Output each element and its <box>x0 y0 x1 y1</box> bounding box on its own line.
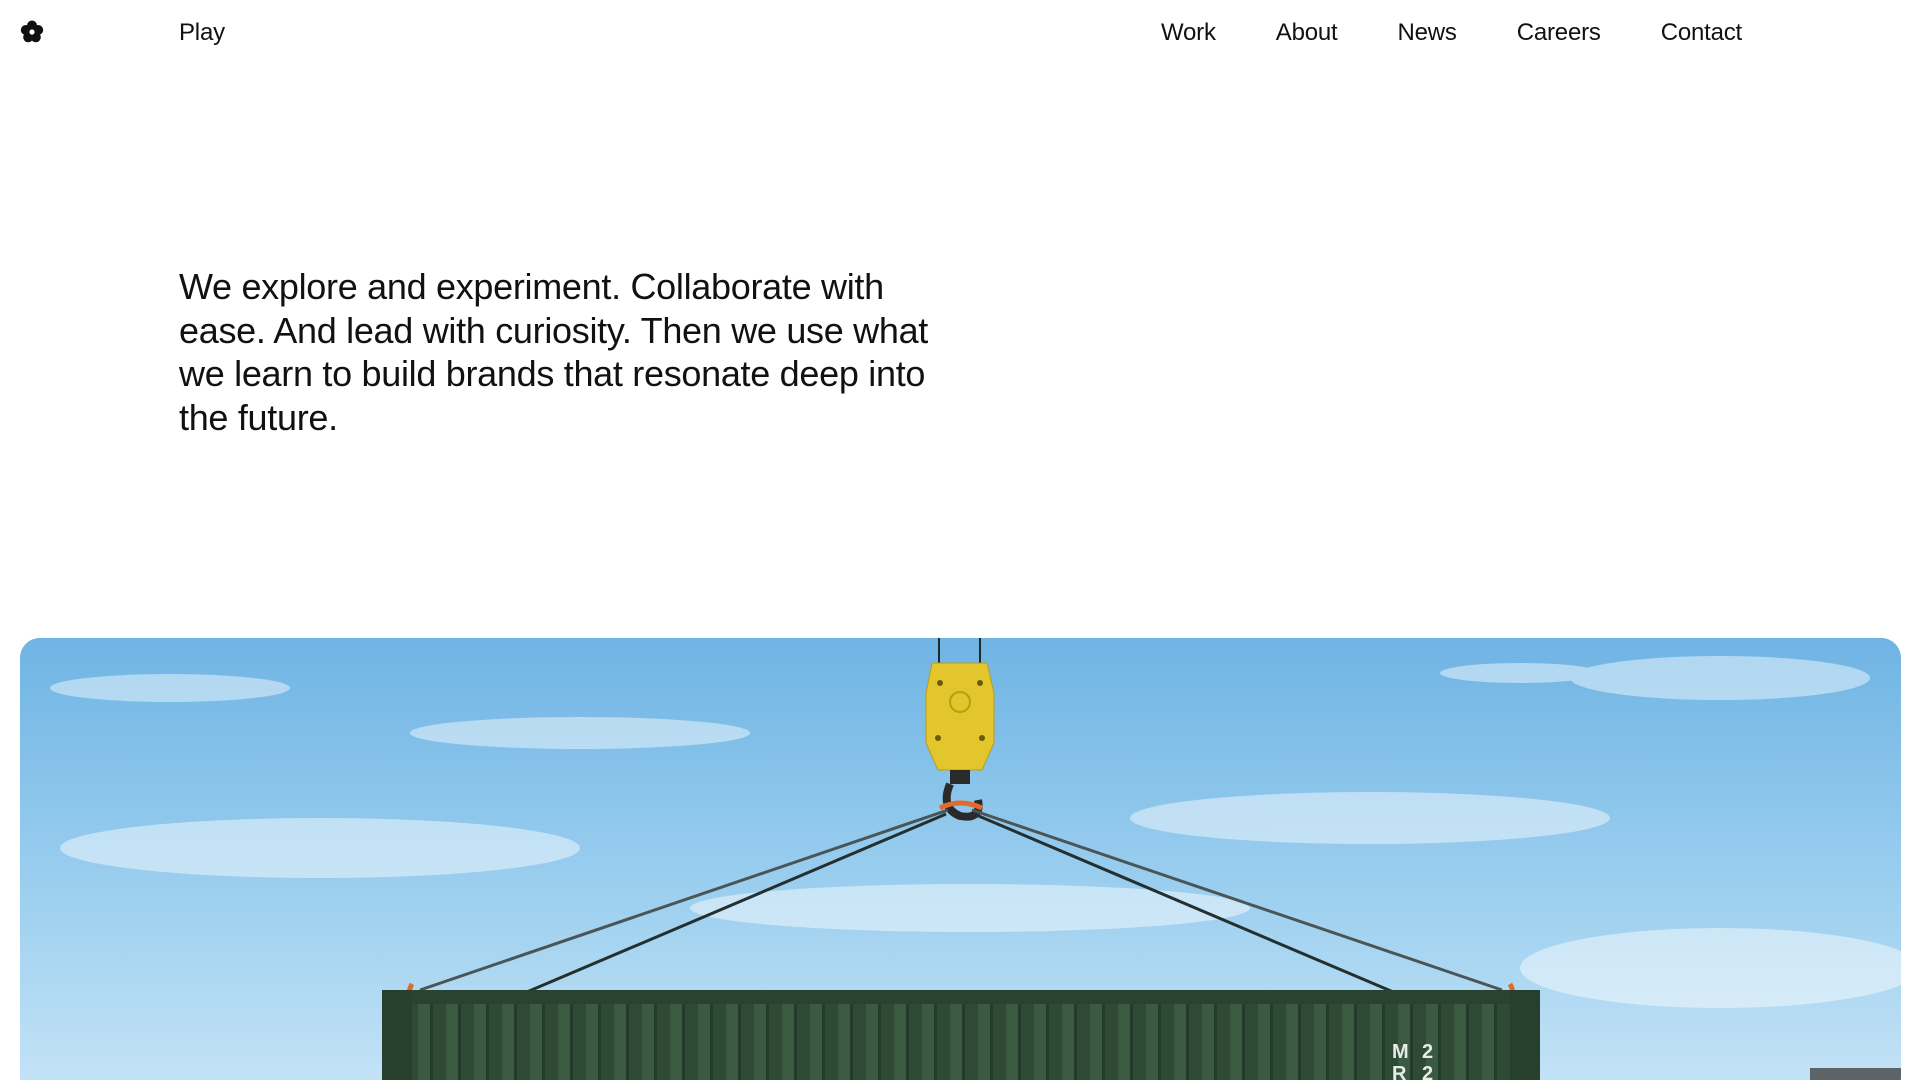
page: Play Work About News Careers Contact We … <box>0 0 1920 1080</box>
distant-vehicle <box>1810 1068 1901 1080</box>
nav-item-work[interactable]: Work <box>1161 18 1216 48</box>
flower-logo-icon <box>20 20 44 43</box>
svg-text:2: 2 <box>1422 1041 1433 1063</box>
crane-container-illustration: M R 2 2 <box>20 638 1901 1080</box>
nav-item-careers[interactable]: Careers <box>1517 18 1601 48</box>
nav-item-about[interactable]: About <box>1276 18 1338 48</box>
svg-text:2: 2 <box>1422 1063 1433 1080</box>
intro-statement: We explore and experiment. Collaborate w… <box>179 266 929 438</box>
home-logo-link[interactable] <box>20 20 44 44</box>
main-nav: Work About News Careers Contact <box>1101 18 1742 48</box>
play-link[interactable]: Play <box>179 18 225 48</box>
hero-image: M R 2 2 <box>20 638 1901 1080</box>
svg-text:M: M <box>1392 1041 1409 1063</box>
nav-item-news[interactable]: News <box>1398 18 1457 48</box>
site-header: Play Work About News Careers Contact <box>0 0 1920 66</box>
nav-item-contact[interactable]: Contact <box>1661 18 1743 48</box>
svg-text:R: R <box>1392 1063 1407 1080</box>
shipping-container <box>382 990 1540 1080</box>
